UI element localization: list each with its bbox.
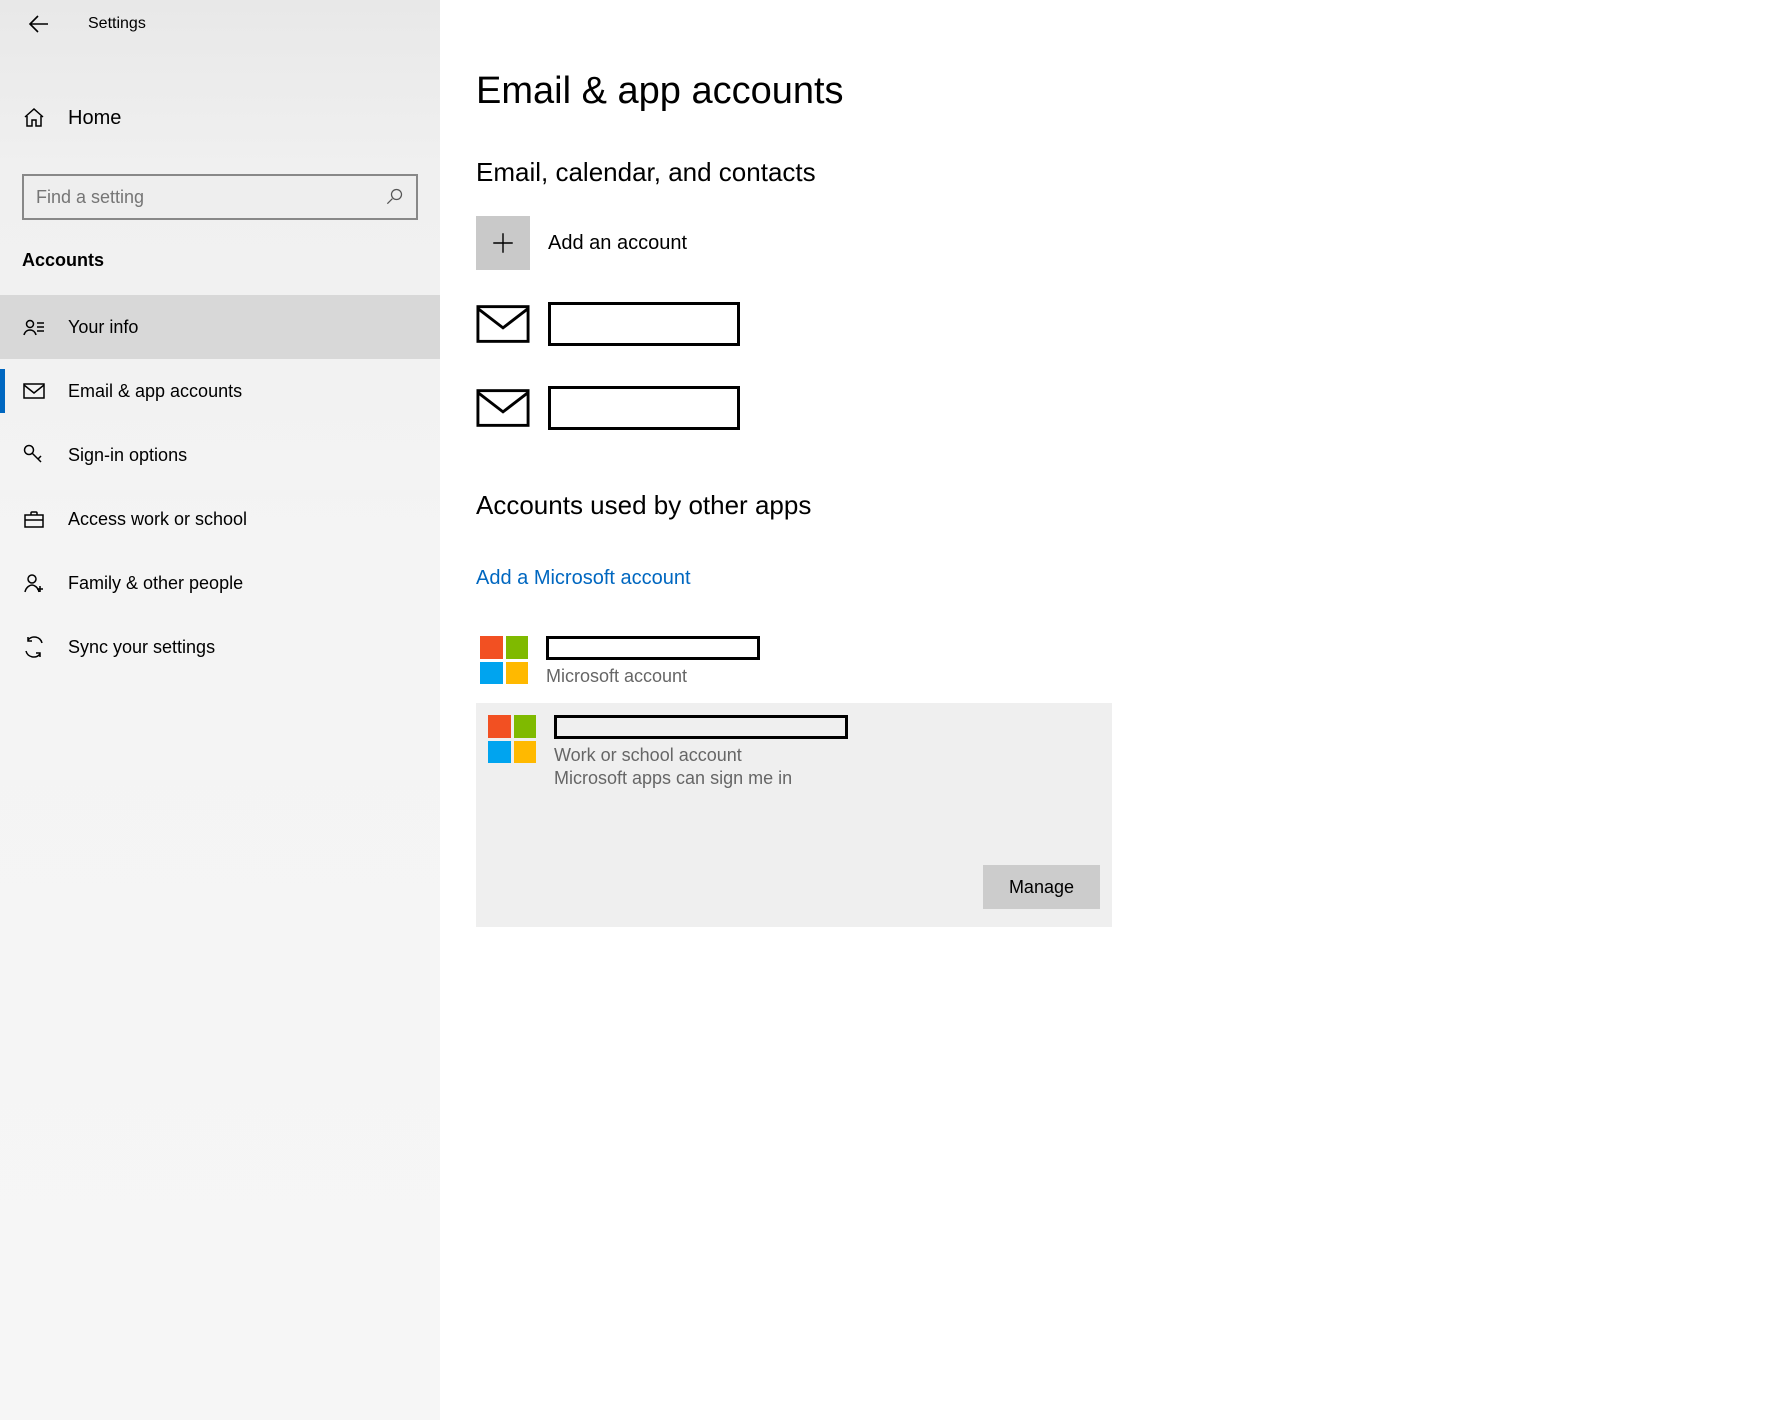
app-title: Settings [88,15,146,33]
sidebar-item-label: Family & other people [68,573,243,594]
sync-icon [22,635,46,659]
section-email-title: Email, calendar, and contacts [476,157,1749,188]
sidebar-item-access-work-school[interactable]: Access work or school [0,487,440,551]
account-row-work-school[interactable]: Work or school account Microsoft apps ca… [476,703,1112,927]
add-microsoft-account-link[interactable]: Add a Microsoft account [476,567,691,590]
sidebar-home-label: Home [68,107,121,130]
sidebar-section-label: Accounts [0,220,440,295]
sidebar-item-family-other-people[interactable]: Family & other people [0,551,440,615]
sidebar-item-label: Access work or school [68,509,247,530]
section-other-apps-title: Accounts used by other apps [476,490,1749,521]
sidebar-item-label: Sign-in options [68,445,187,466]
arrow-left-icon [26,12,50,36]
search-icon [384,187,404,207]
manage-button[interactable]: Manage [983,865,1100,909]
microsoft-logo-icon [480,636,528,684]
email-account-row[interactable] [476,386,1749,430]
home-icon [22,106,46,130]
page-title: Email & app accounts [476,70,1749,113]
sidebar-header: Settings [0,0,440,48]
account-detail-label: Microsoft apps can sign me in [554,768,848,789]
account-type-label: Microsoft account [546,666,760,687]
sidebar: Settings Home Accounts Your info Email & [0,0,440,1420]
search-input[interactable] [36,187,384,208]
sidebar-item-sync-settings[interactable]: Sync your settings [0,615,440,679]
sidebar-item-your-info[interactable]: Your info [0,295,440,359]
search-container [22,174,418,220]
briefcase-icon [22,507,46,531]
search-box[interactable] [22,174,418,220]
person-add-icon [22,571,46,595]
sidebar-item-email-app-accounts[interactable]: Email & app accounts [0,359,440,423]
mail-icon [476,387,530,429]
redacted-email [548,302,740,346]
redacted-account-name [554,715,848,739]
account-type-label: Work or school account [554,745,848,766]
plus-icon [490,230,516,256]
mail-icon [476,303,530,345]
redacted-account-name [546,636,760,660]
mail-icon [22,379,46,403]
key-icon [22,443,46,467]
add-account-button[interactable]: Add an account [476,216,1749,270]
sidebar-home[interactable]: Home [0,88,440,148]
account-actions: Manage [488,865,1100,909]
email-account-row[interactable] [476,302,1749,346]
sidebar-item-label: Sync your settings [68,637,215,658]
main-content: Email & app accounts Email, calendar, an… [440,0,1789,1420]
sidebar-nav: Your info Email & app accounts Sign-in o… [0,295,440,679]
microsoft-logo-icon [488,715,536,763]
redacted-email [548,386,740,430]
account-text: Work or school account Microsoft apps ca… [554,715,848,789]
sidebar-item-signin-options[interactable]: Sign-in options [0,423,440,487]
plus-icon-box [476,216,530,270]
account-row-microsoft[interactable]: Microsoft account [476,628,1112,695]
account-text: Microsoft account [546,636,760,687]
back-button[interactable] [24,10,52,38]
person-card-icon [22,315,46,339]
sidebar-item-label: Email & app accounts [68,381,242,402]
sidebar-item-label: Your info [68,317,138,338]
add-account-label: Add an account [548,232,687,255]
